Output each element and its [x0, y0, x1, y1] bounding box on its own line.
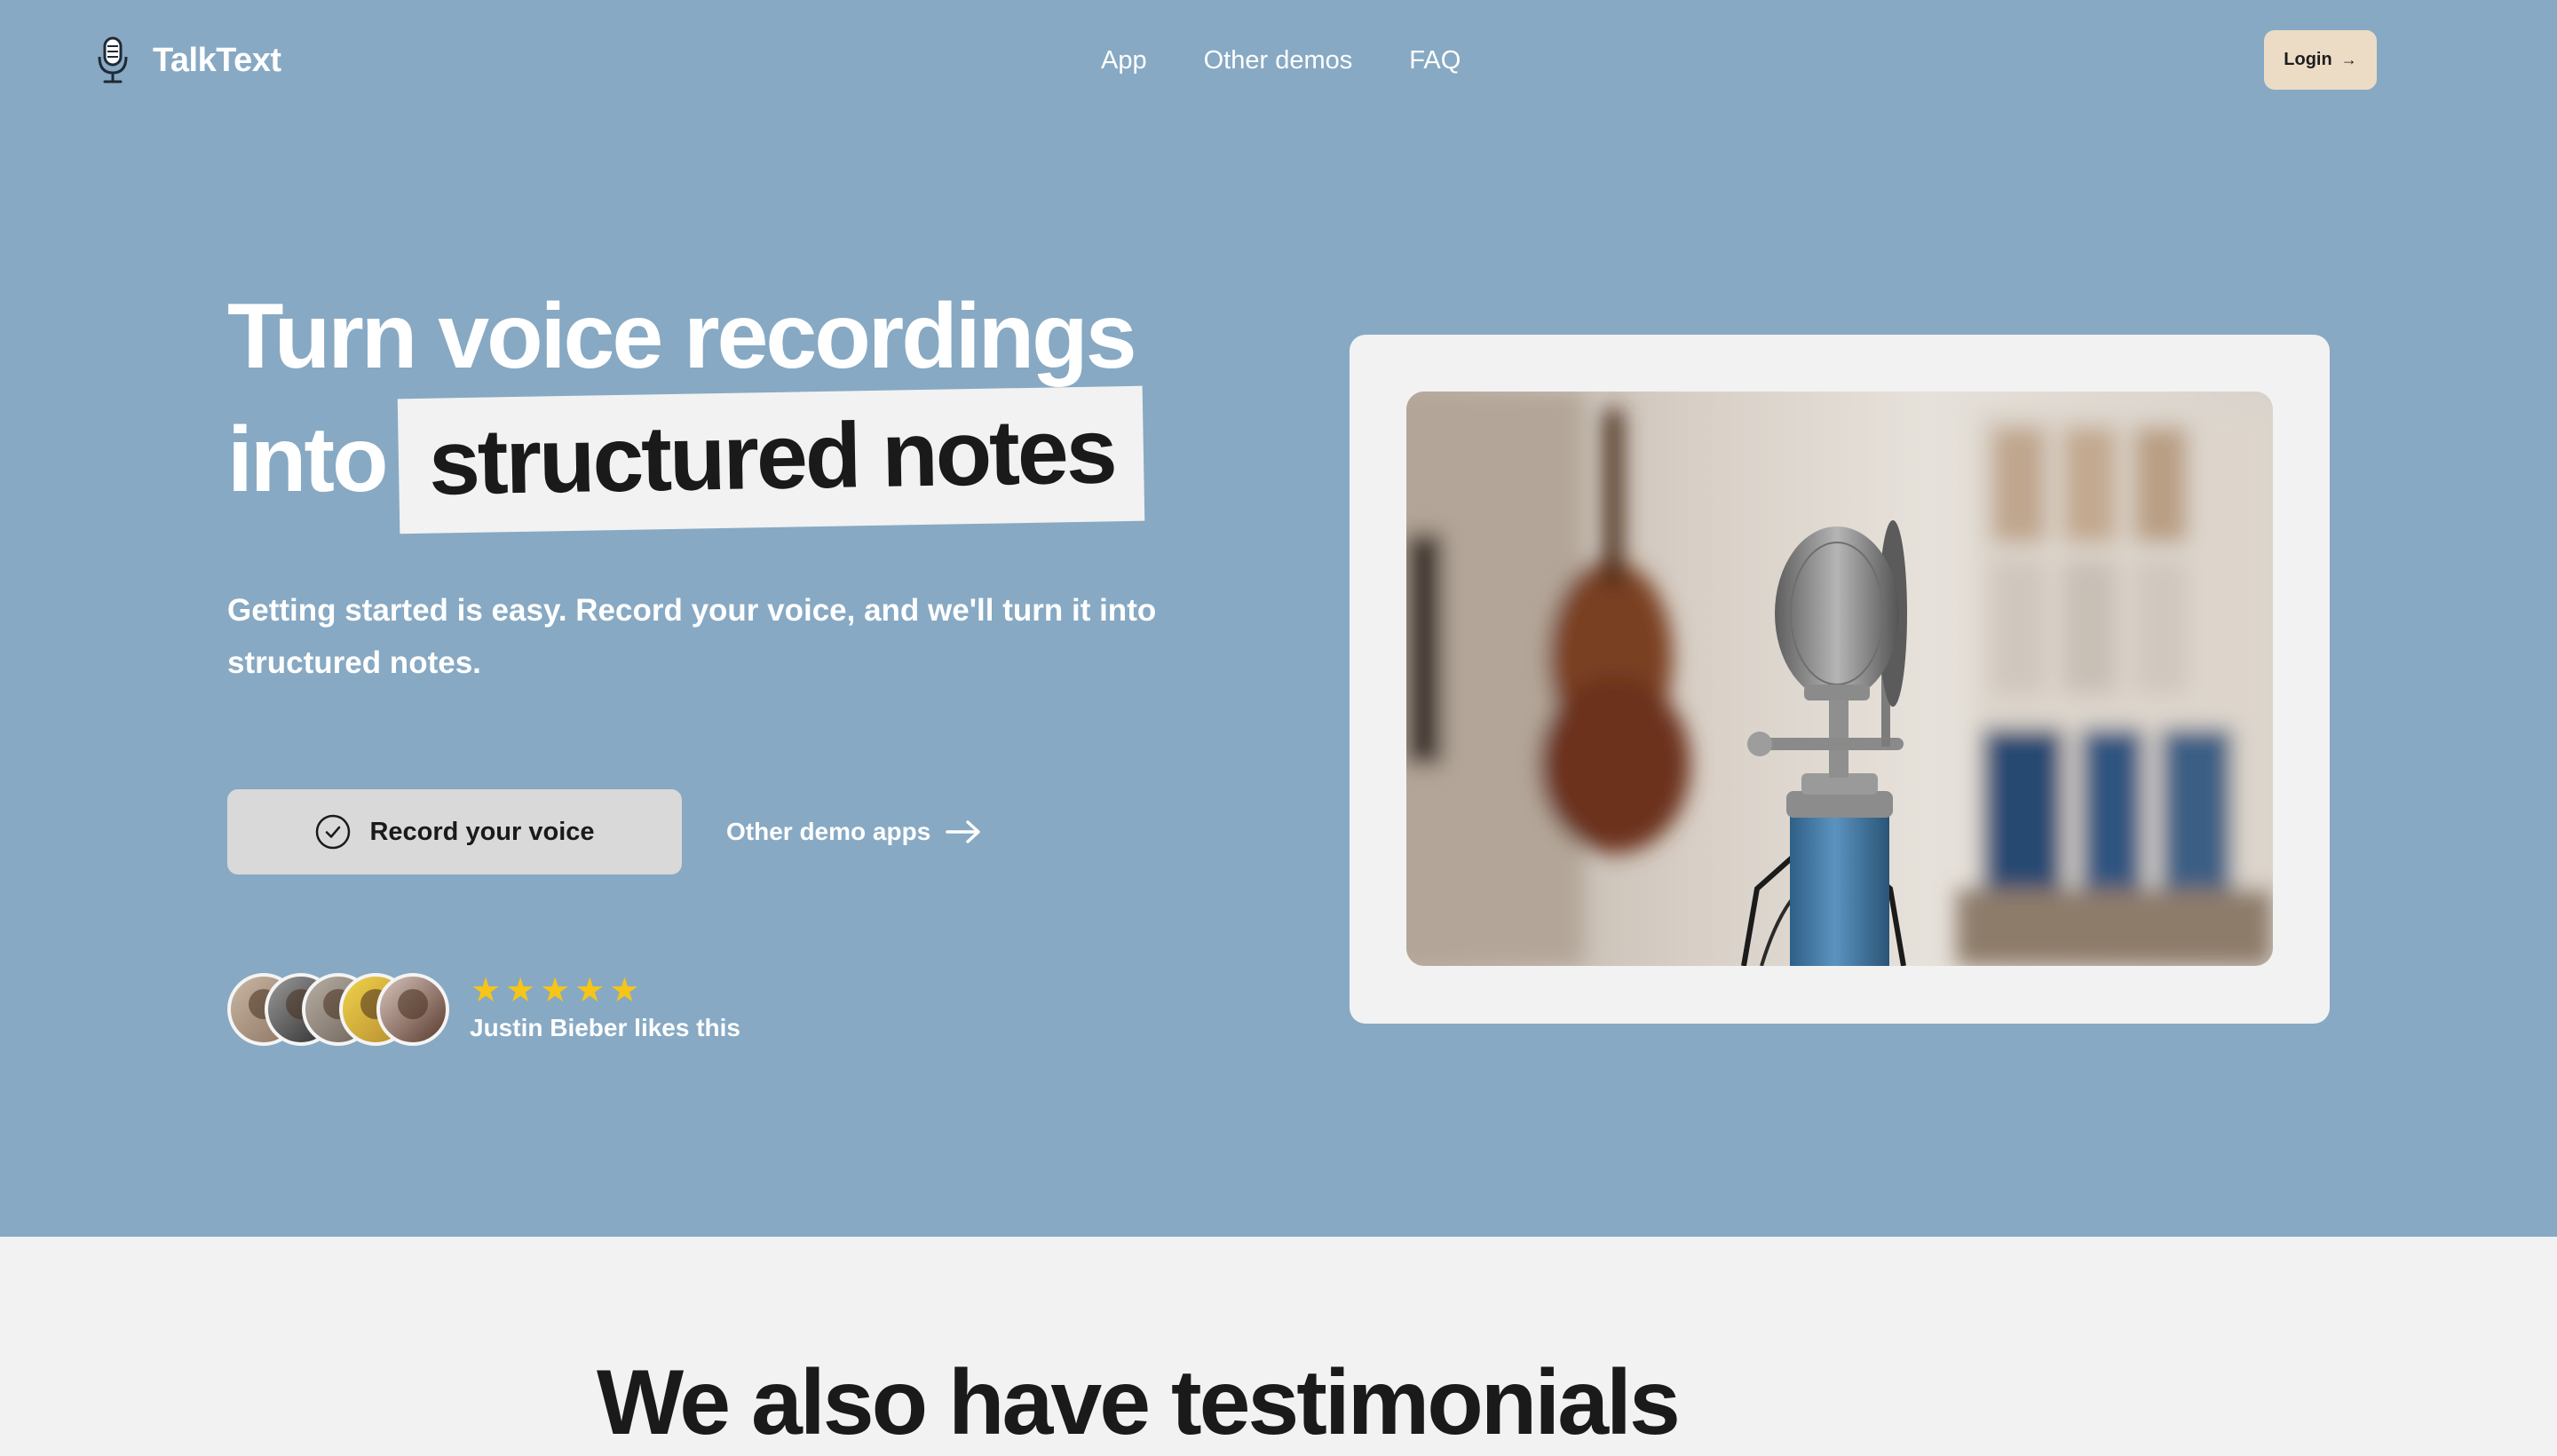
hero-image-card — [1350, 335, 2330, 1024]
star-icon: ★ — [574, 972, 606, 1009]
hero-subtext: Getting started is easy. Record your voi… — [227, 593, 1157, 680]
other-demo-apps-label: Other demo apps — [726, 818, 931, 845]
microphone-photo — [1406, 392, 2273, 966]
star-icon: ★ — [609, 972, 640, 1009]
arrow-right-icon: → — [2340, 51, 2357, 68]
avatar-group — [227, 973, 449, 1046]
star-icon: ★ — [505, 972, 536, 1009]
nav-link-app[interactable]: App — [1101, 43, 1147, 78]
star-icon: ★ — [471, 972, 502, 1009]
microphone-icon — [98, 36, 128, 83]
main-nav: App Other demos FAQ — [1101, 43, 1461, 78]
brand-logo[interactable]: TalkText — [92, 36, 281, 85]
brand-name: TalkText — [153, 41, 281, 79]
social-proof-caption: Justin Bieber likes this — [470, 1014, 740, 1041]
login-label: Login — [2284, 50, 2332, 69]
record-voice-button[interactable]: Record your voice — [227, 789, 682, 874]
star-icon: ★ — [540, 972, 571, 1009]
hero-headline: Turn voice recordings into structured no… — [227, 282, 1144, 534]
arrow-right-icon — [946, 820, 981, 843]
headline-line-2: into structured notes — [227, 385, 1144, 534]
record-voice-label: Record your voice — [369, 817, 595, 846]
headline-into: into — [227, 408, 389, 511]
avatar — [376, 973, 449, 1046]
login-button[interactable]: Login → — [2264, 30, 2377, 90]
check-circle-icon — [316, 814, 351, 850]
rating-stars: ★ ★ ★ ★ ★ — [471, 973, 639, 1009]
headline-highlight: structured notes — [397, 385, 1144, 534]
testimonials-heading: We also have testimonials — [597, 1351, 1681, 1454]
other-demo-apps-link[interactable]: Other demo apps — [726, 810, 982, 854]
headline-line-1: Turn voice recordings — [227, 285, 1137, 388]
hero-section: TalkText App Other demos FAQ Login → Tur… — [0, 0, 2557, 1237]
nav-link-other-demos[interactable]: Other demos — [1204, 43, 1353, 78]
nav-link-faq[interactable]: FAQ — [1409, 43, 1461, 78]
